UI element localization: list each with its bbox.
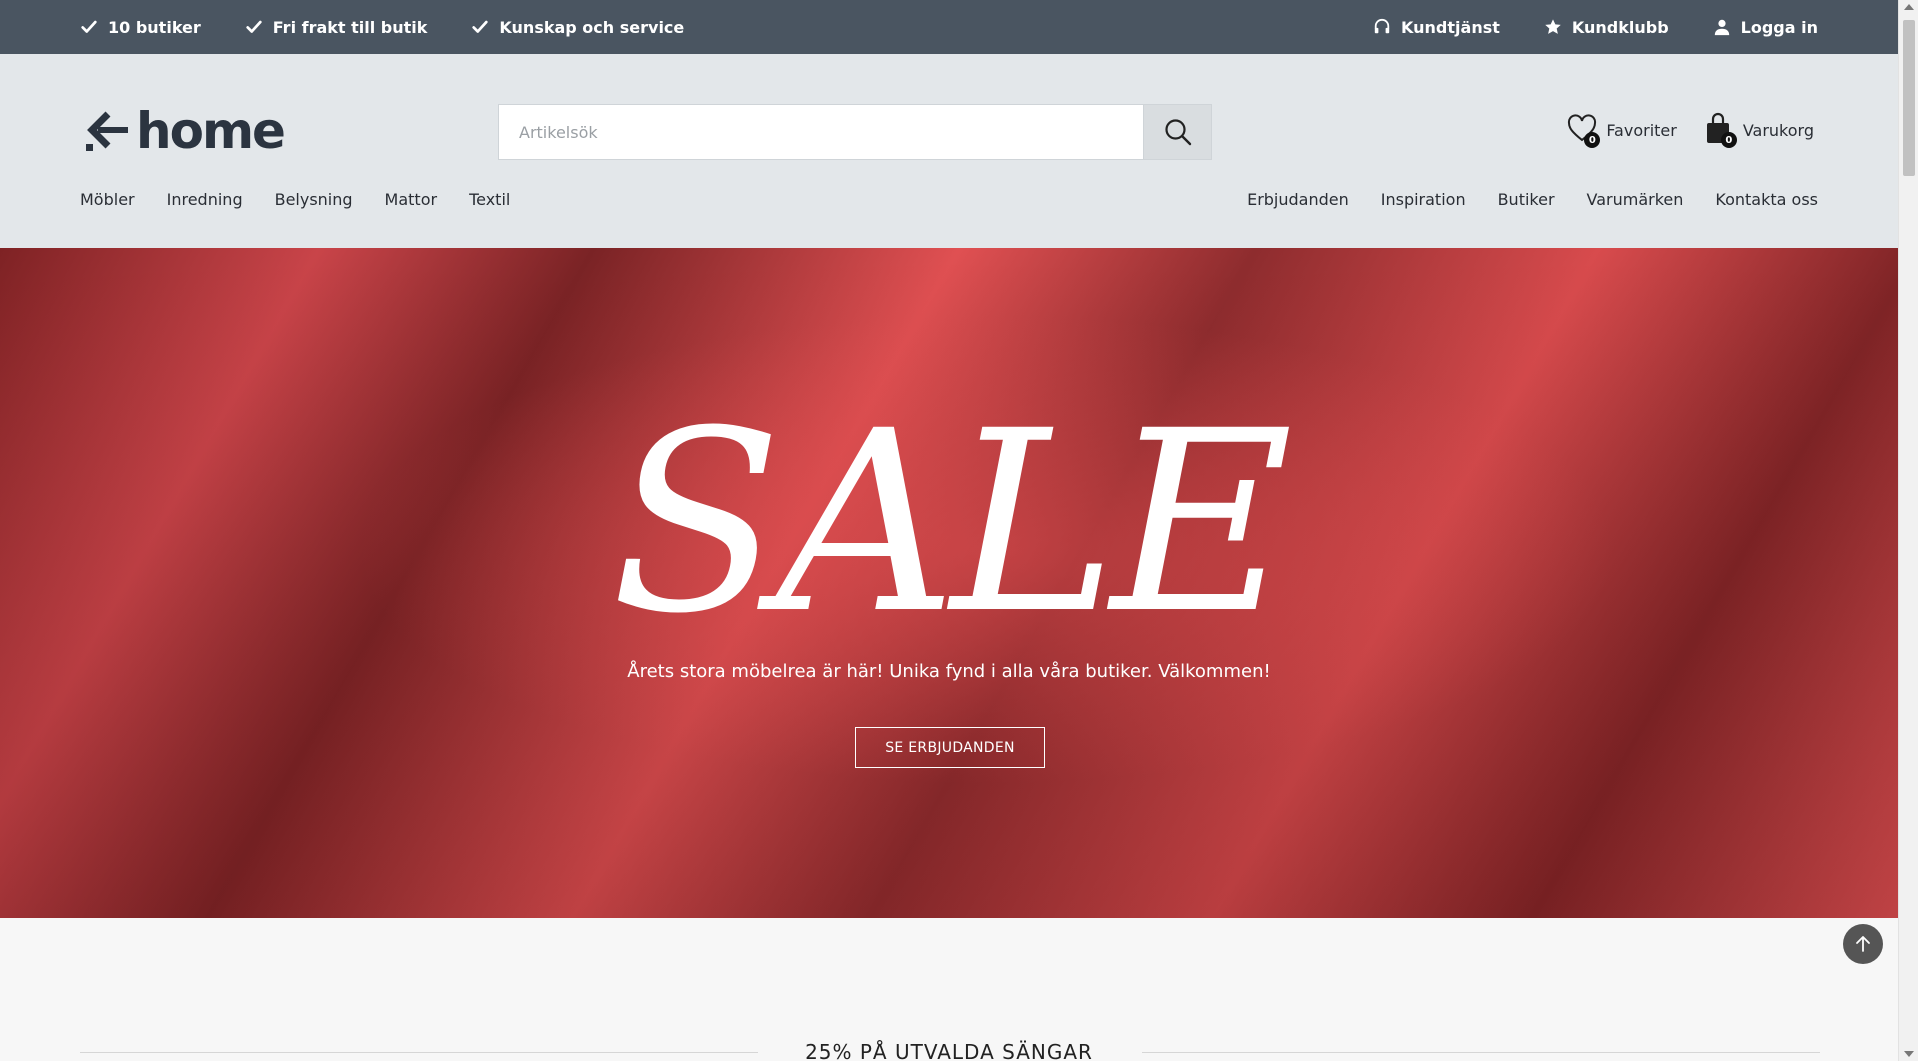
customer-club-link[interactable]: Kundklubb — [1544, 18, 1669, 37]
cart-count-badge: 0 — [1720, 132, 1737, 148]
checkmark-icon — [246, 20, 262, 33]
usp-label: Kunskap och service — [499, 17, 685, 37]
search-icon — [1164, 119, 1191, 146]
hero-banner: SALE Årets stora möbelrea är här! Unika … — [0, 248, 1898, 918]
usp-label: 10 butiker — [108, 17, 201, 37]
cart-icon-wrap: 0 — [1703, 112, 1737, 148]
logo[interactable]: home — [84, 102, 286, 160]
cart-label: Varukorg — [1742, 120, 1814, 140]
cart-button[interactable]: 0 Varukorg — [1703, 112, 1814, 148]
headset-icon — [1374, 18, 1390, 34]
checkmark-icon — [472, 20, 489, 33]
star-icon — [1545, 19, 1561, 34]
back-to-top-button[interactable] — [1843, 924, 1883, 964]
customer-club-label: Kundklubb — [1571, 17, 1669, 37]
favorites-label: Favoriter — [1606, 120, 1677, 140]
hero-headline: SALE — [610, 377, 1293, 668]
main-nav: Möbler Inredning Belysning Mattor Textil… — [80, 190, 1818, 209]
favorites-button[interactable]: 0 Favoriter — [1566, 112, 1677, 148]
header-actions: 0 Favoriter 0 Varukorg — [1566, 112, 1814, 148]
nav-item-varumarken[interactable]: Varumärken — [1587, 190, 1684, 209]
search-bar — [498, 104, 1212, 160]
logo-text: home — [136, 102, 286, 160]
section-title: 25% PÅ UTVALDA SÄNGAR — [805, 1040, 1093, 1061]
page-scrollbar[interactable] — [1898, 0, 1918, 1061]
account-links: Kundtjänst Kundklubb Logga in — [1373, 18, 1818, 37]
nav-item-belysning[interactable]: Belysning — [275, 190, 353, 209]
nav-item-inspiration[interactable]: Inspiration — [1381, 190, 1466, 209]
top-bar: 10 butiker Fri frakt till butik Kunskap … — [0, 0, 1898, 54]
customer-service-label: Kundtjänst — [1401, 17, 1500, 37]
search-button[interactable] — [1143, 105, 1211, 159]
usp-free-shipping: Fri frakt till butik — [245, 17, 428, 37]
section-divider-right — [1142, 1052, 1820, 1053]
usp-knowledge: Kunskap och service — [471, 18, 684, 37]
checkmark-icon — [81, 20, 97, 33]
nav-item-textil[interactable]: Textil — [469, 190, 510, 209]
nav-item-mobler[interactable]: Möbler — [80, 190, 135, 209]
em-logo-mark-icon — [86, 111, 128, 151]
site-header: home 0 Favoriter 0 Varukorg Möbler Inred… — [0, 54, 1898, 248]
search-input[interactable] — [499, 105, 1143, 159]
user-icon — [1714, 19, 1729, 36]
nav-categories: Möbler Inredning Belysning Mattor Textil — [80, 190, 510, 209]
scroll-up-arrow-icon[interactable] — [1904, 4, 1914, 10]
login-link[interactable]: Logga in — [1713, 18, 1818, 37]
customer-service-link[interactable]: Kundtjänst — [1373, 18, 1500, 37]
nav-item-butiker[interactable]: Butiker — [1498, 190, 1555, 209]
login-label: Logga in — [1740, 17, 1818, 37]
arrow-up-icon — [1856, 936, 1870, 952]
favorites-icon-wrap: 0 — [1566, 112, 1601, 148]
nav-secondary: Erbjudanden Inspiration Butiker Varumärk… — [1247, 190, 1818, 209]
hero-subtitle: Årets stora möbelrea är här! Unika fynd … — [627, 661, 1271, 682]
nav-item-inredning[interactable]: Inredning — [167, 190, 243, 209]
usp-stores: 10 butiker — [80, 18, 201, 37]
usp-list: 10 butiker Fri frakt till butik Kunskap … — [80, 18, 684, 37]
scroll-down-arrow-icon[interactable] — [1904, 1051, 1914, 1057]
see-offers-button[interactable]: SE ERBJUDANDEN — [855, 727, 1045, 768]
scrollbar-thumb[interactable] — [1903, 20, 1915, 176]
nav-item-mattor[interactable]: Mattor — [385, 190, 438, 209]
usp-label: Fri frakt till butik — [272, 17, 428, 37]
nav-item-kontakta-oss[interactable]: Kontakta oss — [1715, 190, 1818, 209]
nav-item-erbjudanden[interactable]: Erbjudanden — [1247, 190, 1349, 209]
